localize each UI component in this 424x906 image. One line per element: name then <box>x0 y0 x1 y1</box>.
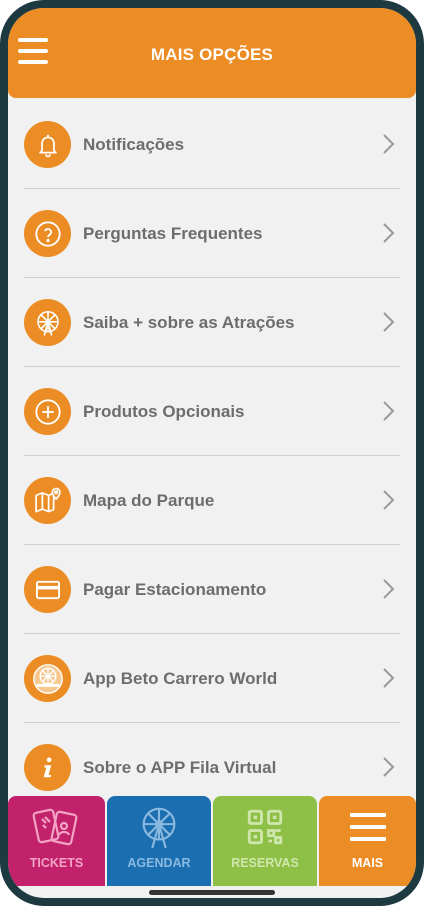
chevron-right-icon <box>383 223 395 243</box>
options-list: Notificações Perguntas Frequentes Saiba … <box>24 100 400 811</box>
list-item-mapa-do-parque[interactable]: Mapa do Parque <box>24 456 400 545</box>
page-title: MAIS OPÇÕES <box>150 45 274 64</box>
credit-card-icon <box>24 566 71 613</box>
list-item-saiba-sobre-atracoes[interactable]: Saiba + sobre as Atrações <box>24 278 400 367</box>
chevron-right-icon <box>383 579 395 599</box>
chevron-right-icon <box>383 490 395 510</box>
list-item-perguntas-frequentes[interactable]: Perguntas Frequentes <box>24 189 400 278</box>
phone-frame: MAIS OPÇÕES Notificações Perguntas Frequ… <box>0 0 424 906</box>
list-item-label: Saiba + sobre as Atrações <box>83 313 295 332</box>
tab-agendar[interactable]: AGENDAR <box>107 796 211 886</box>
list-item-app-beto-carrero-world[interactable]: App Beto Carrero World <box>24 634 400 723</box>
map-icon <box>24 477 71 524</box>
question-icon <box>24 210 71 257</box>
tab-label: AGENDAR <box>127 856 191 870</box>
tab-tickets[interactable]: TICKETS <box>8 796 105 886</box>
list-item-label: Perguntas Frequentes <box>83 224 263 243</box>
chevron-right-icon <box>383 668 395 688</box>
list-item-label: Notificações <box>83 135 185 154</box>
tab-label: MAIS <box>351 856 384 870</box>
qr-code-icon <box>213 804 317 850</box>
menu-icon <box>319 804 416 850</box>
tab-mais[interactable]: MAIS <box>319 796 416 886</box>
ferris-wheel-icon <box>107 804 211 850</box>
app-screen: MAIS OPÇÕES Notificações Perguntas Frequ… <box>8 8 416 898</box>
chevron-right-icon <box>383 757 395 777</box>
list-item-notificacoes[interactable]: Notificações <box>24 100 400 189</box>
home-indicator <box>149 890 275 895</box>
list-item-label: Mapa do Parque <box>83 491 215 510</box>
tab-label: RESERVAS <box>231 856 299 870</box>
list-item-label: Sobre o APP Fila Virtual <box>83 758 277 777</box>
list-item-pagar-estacionamento[interactable]: Pagar Estacionamento <box>24 545 400 634</box>
bottom-tab-bar: TICKETS AGENDAR RESERVAS MAIS <box>8 796 416 898</box>
beto-carrero-logo-icon <box>24 655 71 702</box>
chevron-right-icon <box>383 134 395 154</box>
ferris-wheel-icon <box>24 299 71 346</box>
bell-icon <box>24 121 71 168</box>
plus-circle-icon <box>24 388 71 435</box>
list-item-produtos-opcionais[interactable]: Produtos Opcionais <box>24 367 400 456</box>
list-item-label: Produtos Opcionais <box>83 402 245 421</box>
tab-label: TICKETS <box>29 856 84 870</box>
list-item-label: App Beto Carrero World <box>83 669 278 688</box>
tickets-icon <box>8 804 105 850</box>
header-bar: MAIS OPÇÕES <box>8 8 416 98</box>
info-icon <box>24 744 71 791</box>
tab-reservas[interactable]: RESERVAS <box>213 796 317 886</box>
chevron-right-icon <box>383 312 395 332</box>
list-item-label: Pagar Estacionamento <box>83 580 267 599</box>
chevron-right-icon <box>383 401 395 421</box>
